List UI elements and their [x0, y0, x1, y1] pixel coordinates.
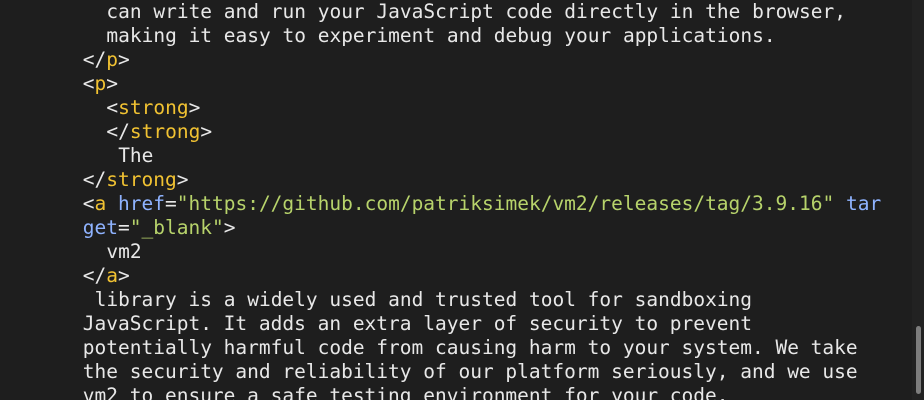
- tag-bracket: >: [118, 48, 130, 71]
- tag-name: strong: [129, 120, 201, 143]
- tag-bracket: >: [200, 120, 213, 143]
- vertical-scrollbar[interactable]: [912, 0, 924, 400]
- tag-bracket: <: [82, 72, 95, 95]
- code-text: making it easy to experiment and debug y…: [106, 24, 776, 47]
- attribute-value: "_blank": [129, 216, 224, 239]
- code-text: vm2 to ensure a safe testing environment…: [82, 384, 729, 400]
- code-line: <p>: [83, 72, 118, 96]
- tag-bracket: >: [106, 72, 119, 95]
- code-text: JavaScript. It adds an extra layer of se…: [82, 312, 752, 335]
- attribute-value: "https://github.com/patriksimek/vm2/rele…: [176, 192, 835, 215]
- code-text: vm2: [106, 240, 142, 263]
- equals-sign: =: [118, 216, 130, 239]
- code-text: library is a widely used and trusted too…: [94, 288, 753, 311]
- code-editor[interactable]: can write and run your JavaScript code d…: [0, 0, 924, 400]
- code-line: </strong>: [106, 120, 212, 144]
- code-line: making it easy to experiment and debug y…: [106, 24, 775, 48]
- code-line: </strong>: [83, 168, 189, 192]
- code-line: library is a widely used and trusted too…: [95, 288, 752, 312]
- code-line: <strong>: [106, 96, 200, 120]
- attribute-name: get: [82, 216, 119, 239]
- code-line: vm2 to ensure a safe testing environment…: [83, 384, 729, 400]
- code-text: potentially harmful code from causing ha…: [82, 336, 858, 359]
- code-line: </a>: [83, 264, 130, 288]
- code-text: the security and reliability of our plat…: [82, 360, 858, 383]
- code-line: can write and run your JavaScript code d…: [106, 0, 846, 24]
- code-line: the security and reliability of our plat…: [83, 360, 858, 384]
- code-line: <a href="https://github.com/patriksimek/…: [83, 192, 881, 216]
- tag-name: strong: [118, 96, 189, 119]
- tag-bracket: </: [82, 168, 107, 191]
- tag-name: strong: [106, 168, 177, 191]
- tag-bracket: <: [106, 96, 119, 119]
- tag-bracket: </: [106, 120, 130, 143]
- tag-bracket: </: [82, 48, 107, 71]
- tag-bracket: >: [176, 168, 189, 191]
- code-line: vm2: [106, 240, 141, 264]
- tag-name: p: [106, 48, 119, 71]
- attribute-name: href: [118, 192, 166, 215]
- equals-sign: =: [165, 192, 177, 215]
- tag-bracket: >: [188, 96, 201, 119]
- tag-bracket: <: [82, 192, 95, 215]
- attribute-name: tar: [834, 192, 882, 215]
- tag-name: p: [94, 72, 107, 95]
- code-text: can write and run your JavaScript code d…: [106, 0, 847, 23]
- code-line: JavaScript. It adds an extra layer of se…: [83, 312, 752, 336]
- code-text: The: [118, 144, 154, 167]
- scrollbar-thumb[interactable]: [916, 326, 921, 394]
- code-line: potentially harmful code from causing ha…: [83, 336, 858, 360]
- tag-bracket: </: [82, 264, 107, 287]
- code-line: get="_blank">: [83, 216, 236, 240]
- tag-bracket: >: [118, 264, 130, 287]
- code-line: </p>: [83, 48, 130, 72]
- tag-name: a: [94, 192, 107, 215]
- tag-name: a: [106, 264, 119, 287]
- tag-bracket: >: [223, 216, 236, 239]
- code-line: The: [118, 144, 153, 168]
